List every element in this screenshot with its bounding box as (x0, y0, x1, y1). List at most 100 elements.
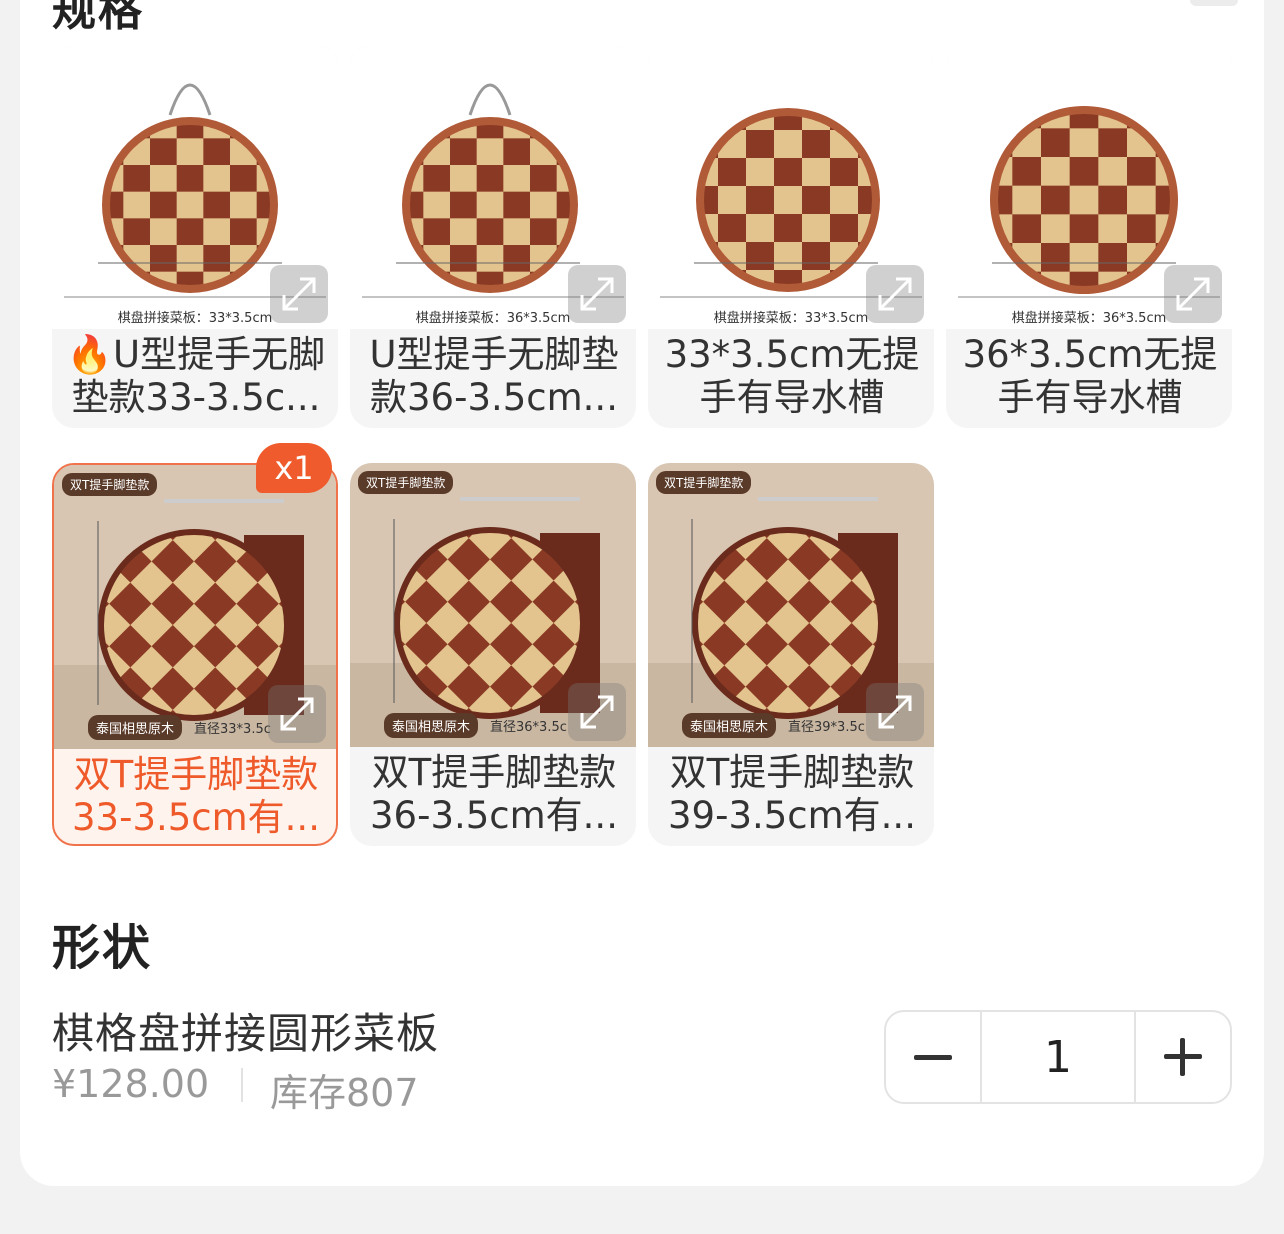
checker-square (1127, 185, 1157, 215)
checker-square (830, 214, 859, 243)
checker-square (476, 165, 504, 193)
checker-square (1098, 128, 1128, 158)
checker-square (450, 165, 478, 193)
variant-card-2[interactable]: 棋盘拼接菜板：36*3.5cm U型提手无脚垫款36-3.5cm... (350, 45, 636, 428)
decrement-button[interactable] (886, 1012, 980, 1102)
expand-icon[interactable] (268, 685, 326, 743)
expand-icon[interactable] (270, 265, 328, 323)
expand-icon[interactable] (866, 683, 924, 741)
checker-square (230, 218, 258, 246)
checker-square (150, 245, 178, 273)
checker-square (230, 191, 258, 219)
diameter-text: 直径36*3.5c (490, 720, 567, 735)
checker-square (203, 165, 231, 193)
checker-square (746, 130, 775, 159)
checker-square (503, 138, 531, 166)
checker-square (1069, 128, 1099, 158)
checker-square (503, 165, 531, 193)
variant-label: 双T提手脚垫款36-3.5cm有... (370, 751, 618, 837)
checker-square (774, 130, 803, 159)
checker-square (476, 191, 504, 219)
checker-square (176, 138, 204, 166)
checker-square (230, 165, 258, 193)
fire-icon: 🔥 (66, 333, 113, 376)
variant-card-3[interactable]: 棋盘拼接菜板：33*3.5cm 33*3.5cm无提手有导水槽 (648, 45, 934, 428)
variant-tag: 双T提手脚垫款 (358, 471, 454, 494)
origin-tag: 泰国相思原木 (88, 715, 183, 740)
variant-label: 🔥U型提手无脚垫款33-3.5c... (66, 333, 326, 419)
variant-image: 双T提手脚垫款 泰国相思原木 直径39*3.5c (648, 463, 934, 747)
variant-tag: 双T提手脚垫款 (656, 471, 752, 494)
origin-tag: 泰国相思原木 (682, 713, 777, 738)
shape-option-name: 棋格盘拼接圆形菜板 (52, 1009, 440, 1058)
selected-count-badge: x1 (256, 443, 332, 493)
variant-image: 双T提手脚垫款 泰国相思原木 直径33*3.5c (54, 465, 336, 749)
checker-square (203, 245, 231, 273)
checker-square (1069, 185, 1099, 215)
checker-square (1041, 157, 1071, 187)
expand-icon[interactable] (568, 265, 626, 323)
shape-section-title: 形状 (52, 920, 153, 976)
checker-square (503, 245, 531, 273)
checker-square (1012, 214, 1042, 244)
expand-icon[interactable] (568, 683, 626, 741)
checker-square (150, 191, 178, 219)
checker-square (1127, 214, 1157, 244)
price-text: ¥128.00 (52, 1062, 210, 1106)
expand-icon[interactable] (866, 265, 924, 323)
checker-square (1098, 243, 1128, 273)
variant-label: 36*3.5cm无提手有导水槽 (962, 333, 1218, 419)
checker-square (1041, 128, 1071, 158)
checker-square (1127, 157, 1157, 187)
checker-square (1069, 157, 1099, 187)
checker-square (1012, 157, 1042, 187)
checker-square (802, 214, 831, 243)
checker-square (1041, 243, 1071, 273)
checker-square (423, 191, 451, 219)
checker-square (1069, 243, 1099, 273)
checker-square (774, 242, 803, 271)
minus-icon (914, 1054, 952, 1060)
checker-square (1098, 185, 1128, 215)
variant-card-7[interactable]: 双T提手脚垫款 泰国相思原木 直径39*3.5c 双T提手脚垫款39-3.5cm… (648, 463, 934, 846)
checker-square (450, 245, 478, 273)
checker-square (176, 218, 204, 246)
checker-square (476, 245, 504, 273)
checker-square (746, 214, 775, 243)
checker-square (718, 214, 747, 243)
checker-square (1012, 185, 1042, 215)
checker-square (150, 138, 178, 166)
checker-square (123, 191, 151, 219)
checker-square (718, 158, 747, 187)
checker-square (450, 218, 478, 246)
quantity-value[interactable]: 1 (980, 1012, 1136, 1102)
checker-square (802, 130, 831, 159)
collapse-button[interactable] (1190, 0, 1238, 6)
checker-square (476, 218, 504, 246)
checker-square (530, 191, 558, 219)
quantity-stepper[interactable]: 1 (884, 1010, 1232, 1104)
variant-card-4[interactable]: 棋盘拼接菜板：36*3.5cm 36*3.5cm无提手有导水槽 (946, 45, 1232, 428)
variant-label: 33*3.5cm无提手有导水槽 (664, 333, 920, 419)
origin-tag: 泰国相思原木 (384, 713, 479, 738)
checker-square (774, 158, 803, 187)
variant-image: 棋盘拼接菜板：36*3.5cm (946, 45, 1232, 329)
checker-square (718, 186, 747, 215)
checker-square (203, 138, 231, 166)
checker-square (423, 218, 451, 246)
checker-square (530, 218, 558, 246)
checker-square (203, 191, 231, 219)
checker-square (203, 218, 231, 246)
checker-square (123, 165, 151, 193)
variant-card-6[interactable]: 双T提手脚垫款 泰国相思原木 直径36*3.5c 双T提手脚垫款36-3.5cm… (350, 463, 636, 846)
expand-icon[interactable] (1164, 265, 1222, 323)
checker-square (774, 186, 803, 215)
variant-image: 棋盘拼接菜板：33*3.5cm (52, 45, 338, 329)
variant-label: 双T提手脚垫款33-3.5cm有... (72, 753, 320, 839)
variant-card-1[interactable]: 棋盘拼接菜板：33*3.5cm 🔥U型提手无脚垫款33-3.5c... (52, 45, 338, 428)
checker-square (176, 165, 204, 193)
checker-square (150, 218, 178, 246)
variant-card-5[interactable]: 双T提手脚垫款 泰国相思原木 直径33*3.5c 双T提手脚垫款33-3.5cm… (52, 463, 338, 846)
increment-button[interactable] (1136, 1012, 1230, 1102)
variant-tag: 双T提手脚垫款 (62, 473, 158, 496)
